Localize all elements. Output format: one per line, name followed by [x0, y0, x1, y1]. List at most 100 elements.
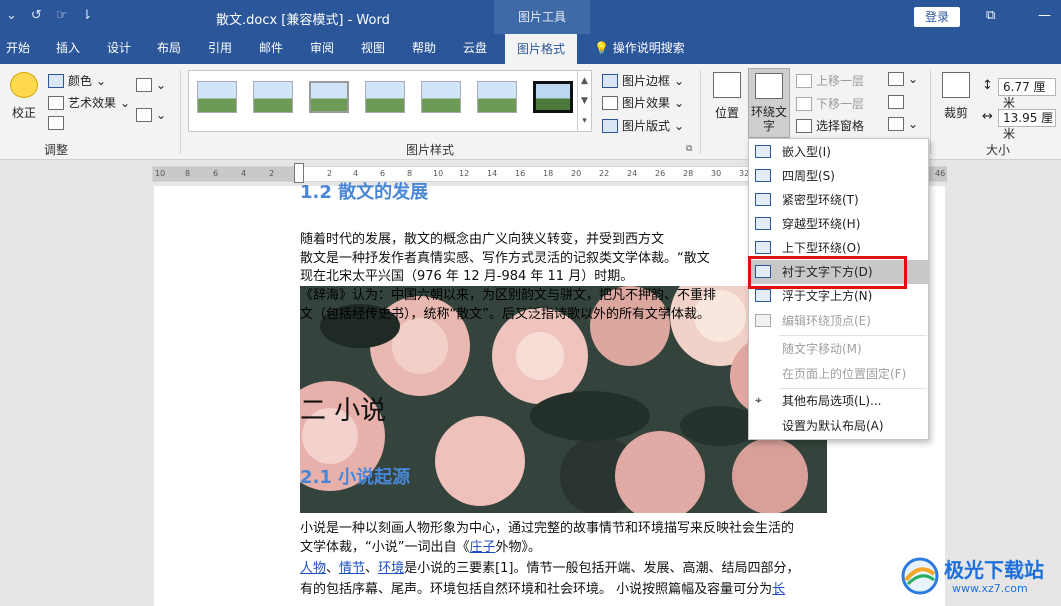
ruler-number: 26 — [655, 169, 666, 178]
ruler-number: 6 — [213, 169, 219, 178]
dialog-launcher-icon[interactable]: ⧉ — [686, 144, 692, 154]
wrap-text-button[interactable]: 环绕文字 — [748, 68, 790, 138]
picture-border-button[interactable]: 图片边框 ⌄ — [602, 72, 684, 89]
rotate-button[interactable]: ⌄ — [888, 117, 918, 131]
tab-home[interactable]: 开始 — [6, 34, 30, 64]
save-dropdown-icon[interactable]: ⌄ — [6, 8, 17, 23]
ruler-number: 2 — [269, 169, 275, 178]
customize-qat-icon[interactable]: ⇂ — [81, 8, 92, 23]
style-thumb[interactable] — [477, 81, 517, 113]
width-icon: ↔ — [982, 109, 993, 124]
corrections-button[interactable]: 校正 — [8, 72, 40, 121]
picture-border-icon — [602, 73, 618, 88]
style-thumb[interactable] — [421, 81, 461, 113]
color-label: 颜色 — [68, 74, 93, 88]
picture-effects-icon — [602, 95, 618, 110]
link-zhuangzi[interactable]: 庄子 — [469, 540, 495, 555]
crop-button[interactable]: 裁剪 — [940, 72, 972, 121]
ruler-number: 20 — [571, 169, 582, 178]
touch-mode-icon[interactable]: ☞ — [56, 8, 68, 23]
height-field[interactable]: 6.77 厘米 — [998, 78, 1056, 110]
minimize-icon[interactable]: — — [1038, 8, 1051, 23]
menu-item-fix-position[interactable]: 在页面上的位置固定(F) — [749, 362, 928, 386]
ribbon-display-icon[interactable]: ⧉ — [986, 8, 995, 23]
ruler-number: 4 — [353, 169, 359, 178]
style-thumb-selected[interactable] — [533, 81, 573, 113]
bring-forward-button[interactable]: 上移一层 — [796, 72, 864, 89]
artistic-effects-button[interactable]: 艺术效果 ⌄ — [48, 94, 130, 111]
position-button[interactable]: 位置 — [712, 72, 742, 121]
ruler-number: 30 — [711, 169, 722, 178]
group-divider — [930, 70, 931, 154]
tab-review[interactable]: 审阅 — [310, 34, 334, 64]
dropdown-arrow-icon: ⌄ — [120, 95, 131, 110]
link-environment[interactable]: 环境 — [378, 561, 404, 576]
ruler-number: 12 — [459, 169, 470, 178]
selection-pane-button[interactable]: 选择窗格 — [796, 117, 864, 134]
align-icon — [888, 72, 904, 86]
gallery-scroll[interactable]: ▲ ▼ ▾ — [577, 71, 591, 131]
tab-layout[interactable]: 布局 — [157, 34, 181, 64]
transparency-button[interactable] — [48, 116, 64, 130]
style-thumb[interactable] — [365, 81, 405, 113]
menu-item-set-default[interactable]: 设置为默认布局(A) — [749, 414, 928, 438]
send-backward-button[interactable]: 下移一层 — [796, 95, 864, 112]
paragraph-line: 人物、情节、环境是小说的三要素[1]。情节一般包括开端、发展、高潮、结局四部分， — [300, 559, 800, 579]
link-characters[interactable]: 人物 — [300, 561, 326, 576]
paragraph-line: 《辞海》认为：中国六朝以来，为区别韵文与骈文，把凡不押韵、不重排 — [300, 288, 717, 303]
bring-forward-icon — [796, 73, 812, 88]
login-button[interactable]: 登录 — [914, 7, 960, 27]
paragraph-line: 文（包括经传史书），统称“散文”。后又泛指诗歌以外的所有文学体裁。 — [300, 307, 710, 322]
menu-item-square[interactable]: 四周型(S) — [749, 164, 928, 188]
tell-me-search[interactable]: 💡 操作说明搜索 — [594, 34, 685, 64]
ruler-margin-left — [153, 167, 299, 181]
style-thumb[interactable] — [197, 81, 237, 113]
link-plot[interactable]: 情节 — [339, 561, 365, 576]
menu-item-label: 紧密型环绕(T) — [782, 193, 859, 207]
title-bar: ⌄ ↺ ☞ ⇂ 散文.docx [兼容模式] - Word 图片工具 登录 ⧉ … — [0, 0, 1061, 34]
color-button[interactable]: 颜色 ⌄ — [48, 72, 106, 89]
style-thumb[interactable] — [309, 81, 349, 113]
width-field[interactable]: 13.95 厘米 — [998, 109, 1056, 141]
group-divider — [180, 70, 181, 154]
tab-cloud[interactable]: 云盘 — [463, 34, 487, 64]
selection-pane-icon — [796, 118, 812, 133]
menu-item-move-with-text[interactable]: 随文字移动(M) — [749, 337, 928, 361]
style-thumb[interactable] — [253, 81, 293, 113]
dropdown-arrow-icon: ⌄ — [908, 117, 919, 131]
bring-forward-label: 上移一层 — [816, 74, 865, 88]
picture-styles-group-label: 图片样式 — [406, 143, 455, 157]
menu-item-label: 在页面上的位置固定(F) — [782, 367, 907, 381]
compress-pictures-button[interactable]: ⌄ — [136, 78, 166, 92]
indent-marker[interactable] — [294, 163, 304, 183]
sun-icon — [10, 72, 38, 98]
picture-layout-button[interactable]: 图片版式 ⌄ — [602, 117, 684, 134]
group-divider — [700, 70, 701, 154]
tab-insert[interactable]: 插入 — [56, 34, 80, 64]
menu-item-more-layout-options[interactable]: ⌖ 其他布局选项(L)... — [749, 389, 928, 413]
paragraph-line: 文学体裁，“小说”一词出自《庄子外物》。 — [300, 538, 541, 558]
redo-icon[interactable]: ↺ — [31, 8, 42, 23]
align-button[interactable]: ⌄ — [888, 72, 918, 86]
ruler-number: 10 — [155, 169, 166, 178]
crop-icon — [942, 72, 970, 98]
link-long[interactable]: 长 — [772, 582, 785, 597]
picture-effects-button[interactable]: 图片效果 ⌄ — [602, 94, 684, 111]
tab-mailings[interactable]: 邮件 — [259, 34, 283, 64]
menu-item-inline[interactable]: 嵌入型(I) — [749, 140, 928, 164]
tab-design[interactable]: 设计 — [107, 34, 131, 64]
ruler-number: 46 — [935, 169, 946, 178]
heading-2-novel: 二 小说 — [300, 396, 387, 426]
tab-picture-format[interactable]: 图片格式 — [505, 34, 578, 64]
group-objects-button[interactable] — [888, 95, 904, 109]
menu-item-through[interactable]: 穿越型环绕(H) — [749, 212, 928, 236]
menu-item-edit-wrap-points[interactable]: 编辑环绕顶点(E) — [749, 309, 928, 333]
tab-help[interactable]: 帮助 — [412, 34, 436, 64]
tab-references[interactable]: 引用 — [208, 34, 232, 64]
tab-view[interactable]: 视图 — [361, 34, 385, 64]
wrap-text-icon — [755, 73, 783, 99]
menu-item-tight[interactable]: 紧密型环绕(T) — [749, 188, 928, 212]
reset-picture-button[interactable]: ⌄ — [136, 108, 166, 122]
send-backward-icon — [796, 96, 812, 111]
menu-item-label: 上下型环绕(O) — [782, 241, 861, 255]
